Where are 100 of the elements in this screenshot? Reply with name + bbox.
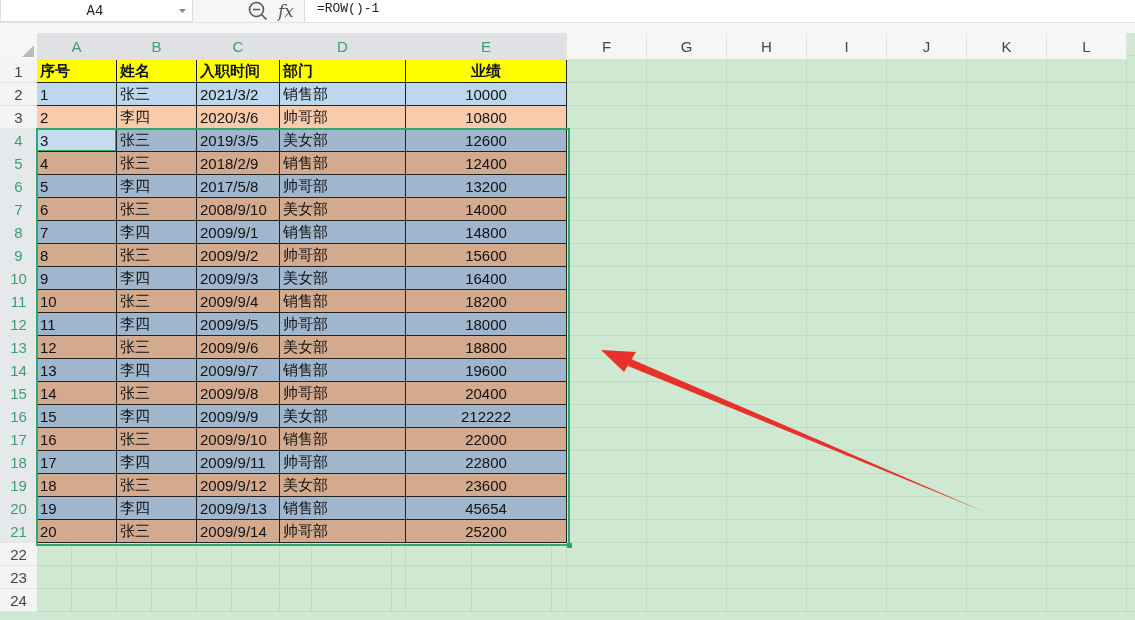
column-header[interactable]: L: [1047, 33, 1127, 60]
table-cell: 45654: [406, 497, 567, 520]
row-header[interactable]: 15: [0, 382, 37, 405]
row-header[interactable]: 17: [0, 428, 37, 451]
table-cell: 18: [37, 474, 117, 497]
row-header[interactable]: 23: [0, 566, 37, 589]
table-cell: 2: [37, 106, 117, 129]
column-header[interactable]: J: [887, 33, 967, 60]
table-cell: 2009/9/11: [197, 451, 280, 474]
row-header[interactable]: 13: [0, 336, 37, 359]
row-header[interactable]: 9: [0, 244, 37, 267]
table-cell: 2021/3/2: [197, 83, 280, 106]
table-cell: 5: [37, 175, 117, 198]
column-header[interactable]: D: [280, 33, 406, 60]
row-header[interactable]: 16: [0, 405, 37, 428]
table-cell: 帅哥部: [280, 451, 406, 474]
table-cell: 张三: [117, 152, 197, 175]
function-button[interactable]: fx: [278, 1, 294, 21]
row-header[interactable]: 21: [0, 520, 37, 543]
table-cell: 8: [37, 244, 117, 267]
table-cell: 2009/9/6: [197, 336, 280, 359]
table-cell: 18200: [406, 290, 567, 313]
column-header[interactable]: G: [647, 33, 727, 60]
table-cell: 18000: [406, 313, 567, 336]
table-cell: 张三: [117, 129, 197, 152]
row-header[interactable]: 18: [0, 451, 37, 474]
table-cell: 2009/9/7: [197, 359, 280, 382]
table-cell: 帅哥部: [280, 175, 406, 198]
name-box[interactable]: A4: [0, 0, 193, 22]
table-cell: 李四: [117, 221, 197, 244]
table-cell: 销售部: [280, 497, 406, 520]
table-cell: 李四: [117, 106, 197, 129]
row-header[interactable]: 8: [0, 221, 37, 244]
table-cell: 销售部: [280, 221, 406, 244]
table-cell: 22000: [406, 428, 567, 451]
table-cell: 2009/9/4: [197, 290, 280, 313]
row-header[interactable]: 4: [0, 129, 37, 152]
table-cell: 11: [37, 313, 117, 336]
table-cell: 25200: [406, 520, 567, 543]
row-header[interactable]: 6: [0, 175, 37, 198]
table-cell: 张三: [117, 336, 197, 359]
table-cell: 张三: [117, 244, 197, 267]
table-cell: 2009/9/5: [197, 313, 280, 336]
table-cell: 帅哥部: [280, 106, 406, 129]
zoom-out-icon[interactable]: [248, 1, 268, 21]
row-header[interactable]: 12: [0, 313, 37, 336]
row-header[interactable]: 22: [0, 543, 37, 566]
row-header[interactable]: 24: [0, 589, 37, 612]
table-cell: 2020/3/6: [197, 106, 280, 129]
table-cell: 美女部: [280, 267, 406, 290]
table-cell: 李四: [117, 313, 197, 336]
column-header[interactable]: I: [807, 33, 887, 60]
table-cell: 20400: [406, 382, 567, 405]
table-cell: 10000: [406, 83, 567, 106]
formula-field[interactable]: =ROW()-1: [303, 0, 1135, 22]
table-cell: 7: [37, 221, 117, 244]
table-cell: 李四: [117, 359, 197, 382]
row-header[interactable]: 14: [0, 359, 37, 382]
row-header[interactable]: 5: [0, 152, 37, 175]
row-header[interactable]: 2: [0, 83, 37, 106]
table-cell: 20: [37, 520, 117, 543]
table-cell: 入职时间: [197, 60, 280, 83]
table-cell: 2008/9/10: [197, 198, 280, 221]
table-cell: 212222: [406, 405, 567, 428]
table-cell: 18800: [406, 336, 567, 359]
row-header[interactable]: 3: [0, 106, 37, 129]
table-cell: 美女部: [280, 198, 406, 221]
table-cell: 19: [37, 497, 117, 520]
table-cell: 李四: [117, 175, 197, 198]
column-header[interactable]: K: [967, 33, 1047, 60]
table-cell: 张三: [117, 382, 197, 405]
column-header[interactable]: A: [37, 33, 117, 60]
column-header[interactable]: C: [197, 33, 280, 60]
table-cell: 2009/9/3: [197, 267, 280, 290]
column-header[interactable]: E: [406, 33, 567, 60]
table-cell: 14800: [406, 221, 567, 244]
table-cell: 帅哥部: [280, 244, 406, 267]
table-cell: 美女部: [280, 405, 406, 428]
table-cell: 14000: [406, 198, 567, 221]
row-header[interactable]: 20: [0, 497, 37, 520]
row-header[interactable]: 19: [0, 474, 37, 497]
table-cell: 2009/9/1: [197, 221, 280, 244]
table-cell: 销售部: [280, 83, 406, 106]
row-header[interactable]: 7: [0, 198, 37, 221]
table-cell: 帅哥部: [280, 382, 406, 405]
table-cell: 16400: [406, 267, 567, 290]
table-cell: 业绩: [406, 60, 567, 83]
table-cell: 张三: [117, 290, 197, 313]
row-header[interactable]: 10: [0, 267, 37, 290]
row-header[interactable]: 1: [0, 60, 37, 83]
table-cell: 2019/3/5: [197, 129, 280, 152]
table-cell: 10800: [406, 106, 567, 129]
column-header[interactable]: B: [117, 33, 197, 60]
column-header[interactable]: H: [727, 33, 807, 60]
table-cell: 李四: [117, 405, 197, 428]
row-header[interactable]: 11: [0, 290, 37, 313]
column-header[interactable]: F: [567, 33, 647, 60]
table-cell: 15: [37, 405, 117, 428]
table-cell: 张三: [117, 83, 197, 106]
table-cell: 17: [37, 451, 117, 474]
